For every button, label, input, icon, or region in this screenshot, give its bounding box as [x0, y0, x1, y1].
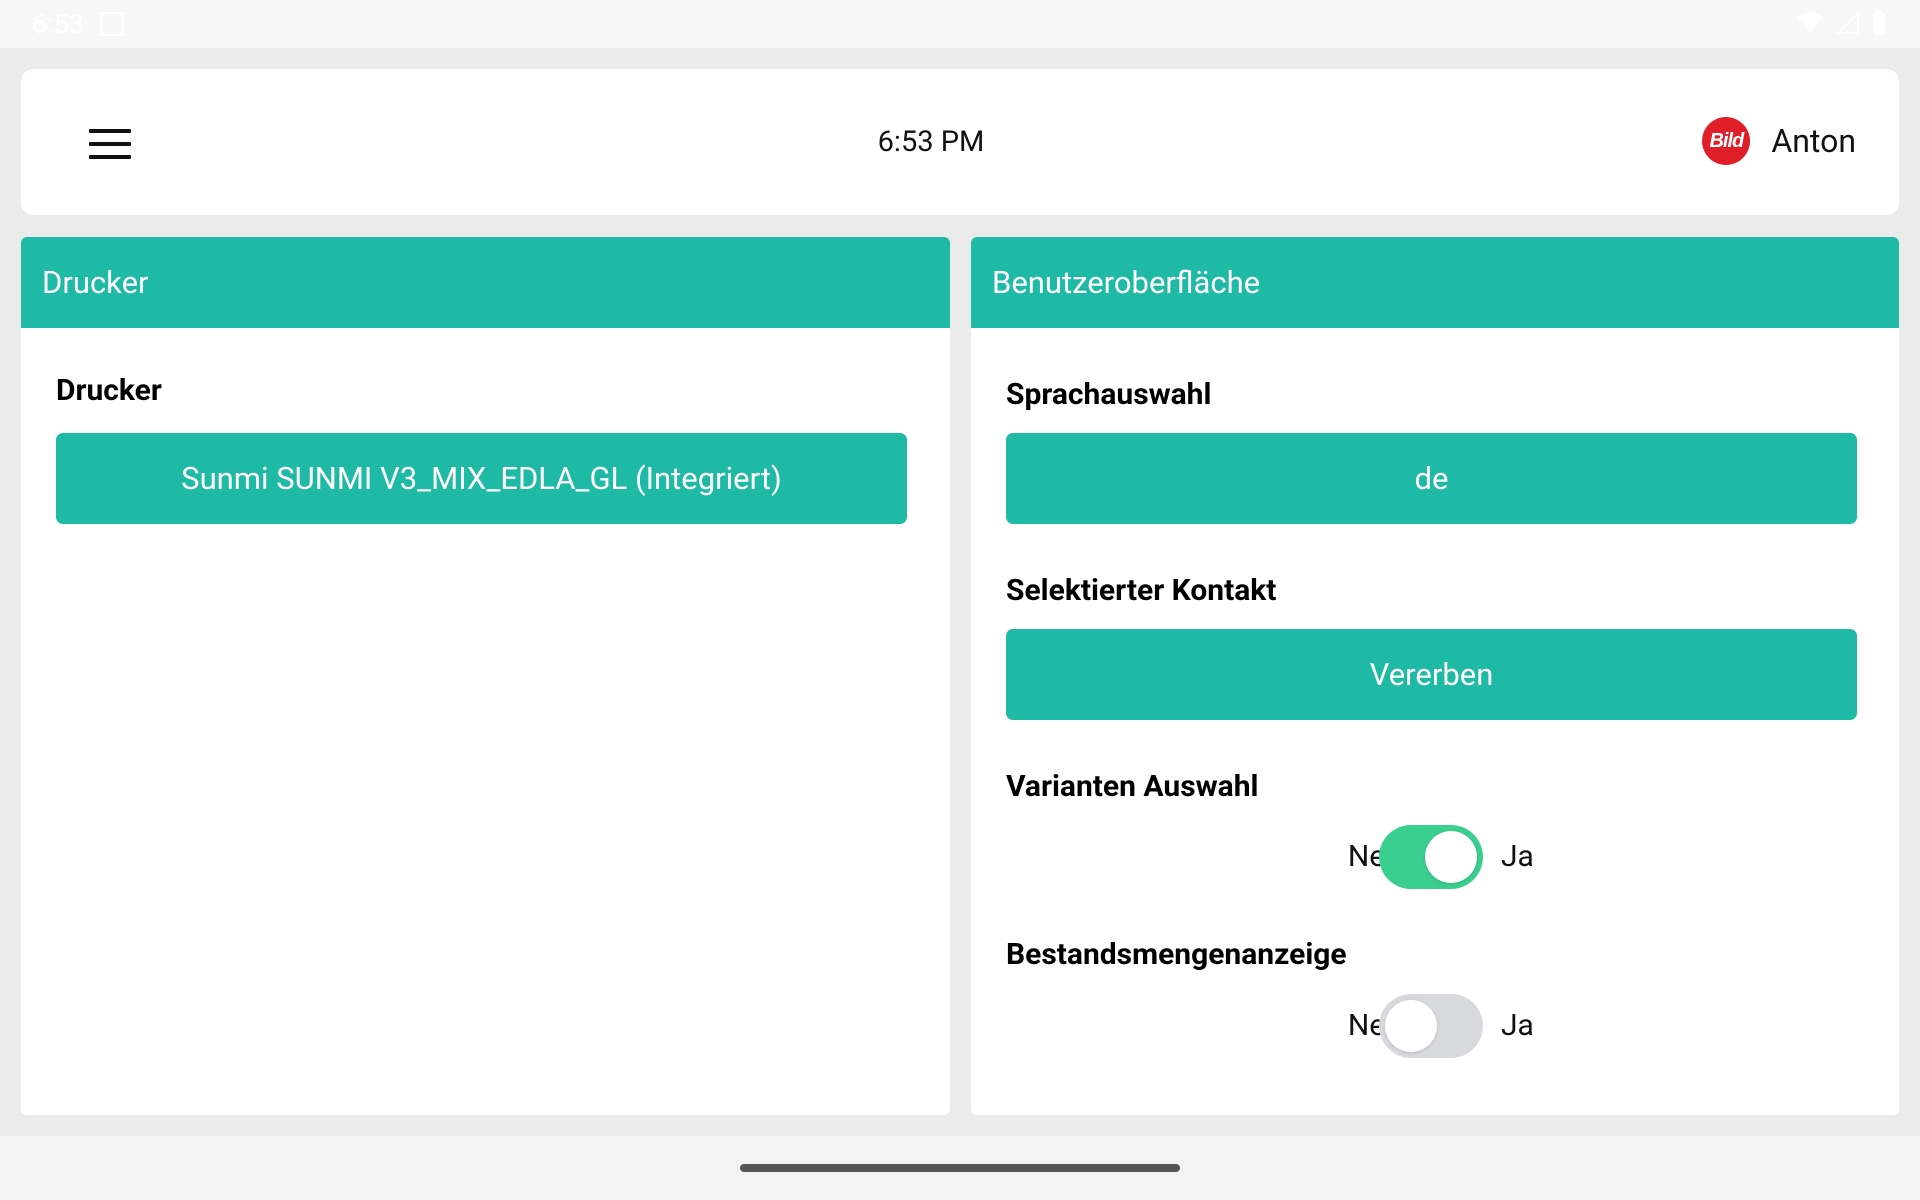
signal-icon	[1835, 10, 1860, 39]
avatar-logo: Bild	[1709, 129, 1744, 152]
user-profile[interactable]: Bild Anton	[1702, 117, 1856, 165]
system-icons	[1796, 10, 1886, 40]
variants-label: Varianten Auswahl	[1006, 769, 1259, 804]
home-gesture-handle[interactable]	[740, 1164, 1180, 1172]
stock-yes-label: Ja	[1501, 1008, 1534, 1043]
stock-toggle[interactable]	[1379, 994, 1483, 1058]
language-select-button[interactable]: de	[1006, 433, 1857, 524]
app-header: 6:53 PM Bild Anton	[21, 69, 1899, 215]
ui-settings-panel: Benutzeroberfläche Sprachauswahl de Sele…	[971, 237, 1899, 1115]
wifi-icon	[1796, 11, 1824, 39]
battery-icon	[1872, 10, 1886, 40]
printer-panel-title: Drucker	[21, 237, 950, 328]
printer-label: Drucker	[56, 373, 162, 408]
stock-toggle-row: Nein Ja	[971, 994, 1899, 1060]
contact-select-button[interactable]: Vererben	[1006, 629, 1857, 720]
printer-panel: Drucker Drucker Sunmi SUNMI V3_MIX_EDLA_…	[21, 237, 950, 1115]
navigation-bar	[0, 1136, 1920, 1200]
header-clock: 6:53 PM	[877, 125, 985, 159]
avatar: Bild	[1702, 117, 1751, 165]
status-bar: 6:53	[0, 0, 1920, 48]
stock-label: Bestandsmengenanzeige	[1006, 937, 1347, 972]
variants-toggle-row: Nein Ja	[971, 825, 1899, 891]
printer-select-button[interactable]: Sunmi SUNMI V3_MIX_EDLA_GL (Integriert)	[56, 433, 907, 524]
contact-label: Selektierter Kontakt	[1006, 573, 1277, 608]
ui-settings-panel-title: Benutzeroberfläche	[971, 237, 1899, 328]
language-label: Sprachauswahl	[1006, 377, 1212, 412]
username: Anton	[1771, 122, 1856, 160]
status-time: 6:53	[32, 8, 85, 40]
variants-yes-label: Ja	[1501, 839, 1534, 874]
window-icon	[100, 12, 124, 36]
variants-toggle[interactable]	[1379, 825, 1483, 889]
